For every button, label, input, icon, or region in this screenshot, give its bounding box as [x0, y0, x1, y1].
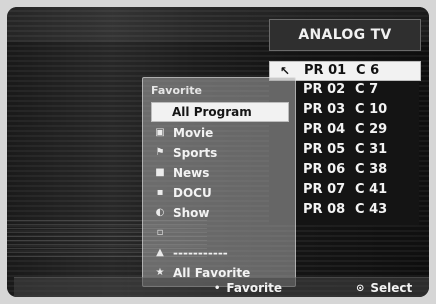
channel-number: C 29	[355, 122, 388, 137]
favorite-item-label: News	[173, 166, 210, 180]
channel-program: PR 08	[303, 202, 346, 217]
channel-number: C 41	[355, 182, 388, 197]
favorite-title: Favorite	[151, 84, 202, 97]
news-icon: ■	[155, 167, 165, 178]
favorite-item-label: -----------	[173, 246, 228, 260]
footer-select: ⊙ Select	[356, 281, 412, 295]
docu-icon: ▪	[156, 187, 164, 198]
favorite-item-label: Movie	[173, 126, 214, 140]
channel-number: C 7	[355, 82, 379, 97]
favorite-item-sports[interactable]: ⚑ Sports	[151, 144, 287, 162]
analog-tv-title: ANALOG TV	[298, 27, 392, 43]
footer-favorite-label: Favorite	[226, 281, 282, 295]
favorite-popup: Favorite All Program ▣ Movie ⚑ Sports ■ …	[142, 77, 296, 287]
screen: ANALOG TV ↖ PR 01 C 6 PR 02 C 7 PR 03 C …	[0, 0, 436, 304]
analog-tv-header: ANALOG TV	[269, 19, 421, 51]
channel-number: C 38	[355, 162, 388, 177]
channel-number: C 31	[355, 142, 388, 157]
channel-number: C 6	[356, 63, 380, 78]
favorite-item-movie[interactable]: ▣ Movie	[151, 124, 287, 142]
channel-program: PR 02	[303, 82, 346, 97]
tv-frame: ANALOG TV ↖ PR 01 C 6 PR 02 C 7 PR 03 C …	[7, 7, 429, 297]
favorite-item-label: DOCU	[173, 186, 212, 200]
channel-program: PR 03	[303, 102, 346, 117]
blank-icon: ▫	[156, 227, 164, 238]
sports-icon: ⚑	[155, 147, 165, 158]
footer-select-label: Select	[370, 281, 413, 295]
person-icon: ▲	[156, 247, 164, 258]
bullet-icon: •	[214, 282, 221, 294]
channel-number: C 10	[355, 102, 388, 117]
channel-number: C 43	[355, 202, 388, 217]
film-icon: ▣	[155, 127, 165, 138]
channel-program: PR 07	[303, 182, 346, 197]
channel-program: PR 04	[303, 122, 346, 137]
favorite-item-blank[interactable]: ▫	[151, 224, 287, 242]
favorite-item-label: Sports	[173, 146, 218, 160]
channel-program: PR 06	[303, 162, 346, 177]
favorite-item-divider[interactable]: ▲ -----------	[151, 244, 287, 262]
channel-program: PR 05	[303, 142, 346, 157]
favorite-item-label: Show	[173, 206, 210, 220]
favorite-item-label: All Program	[172, 105, 252, 119]
channel-program: PR 01	[304, 63, 347, 78]
favorite-item-docu[interactable]: ▪ DOCU	[151, 184, 287, 202]
show-icon: ◐	[155, 207, 165, 218]
favorite-item-all-program[interactable]: All Program	[151, 102, 289, 122]
pointer-icon: ↖	[280, 64, 291, 78]
footer-bar: • Favorite ⊙ Select	[14, 277, 429, 297]
favorite-item-show[interactable]: ◐ Show	[151, 204, 287, 222]
favorite-item-news[interactable]: ■ News	[151, 164, 287, 182]
footer-favorite: • Favorite	[214, 281, 282, 295]
select-icon: ⊙	[356, 282, 365, 294]
